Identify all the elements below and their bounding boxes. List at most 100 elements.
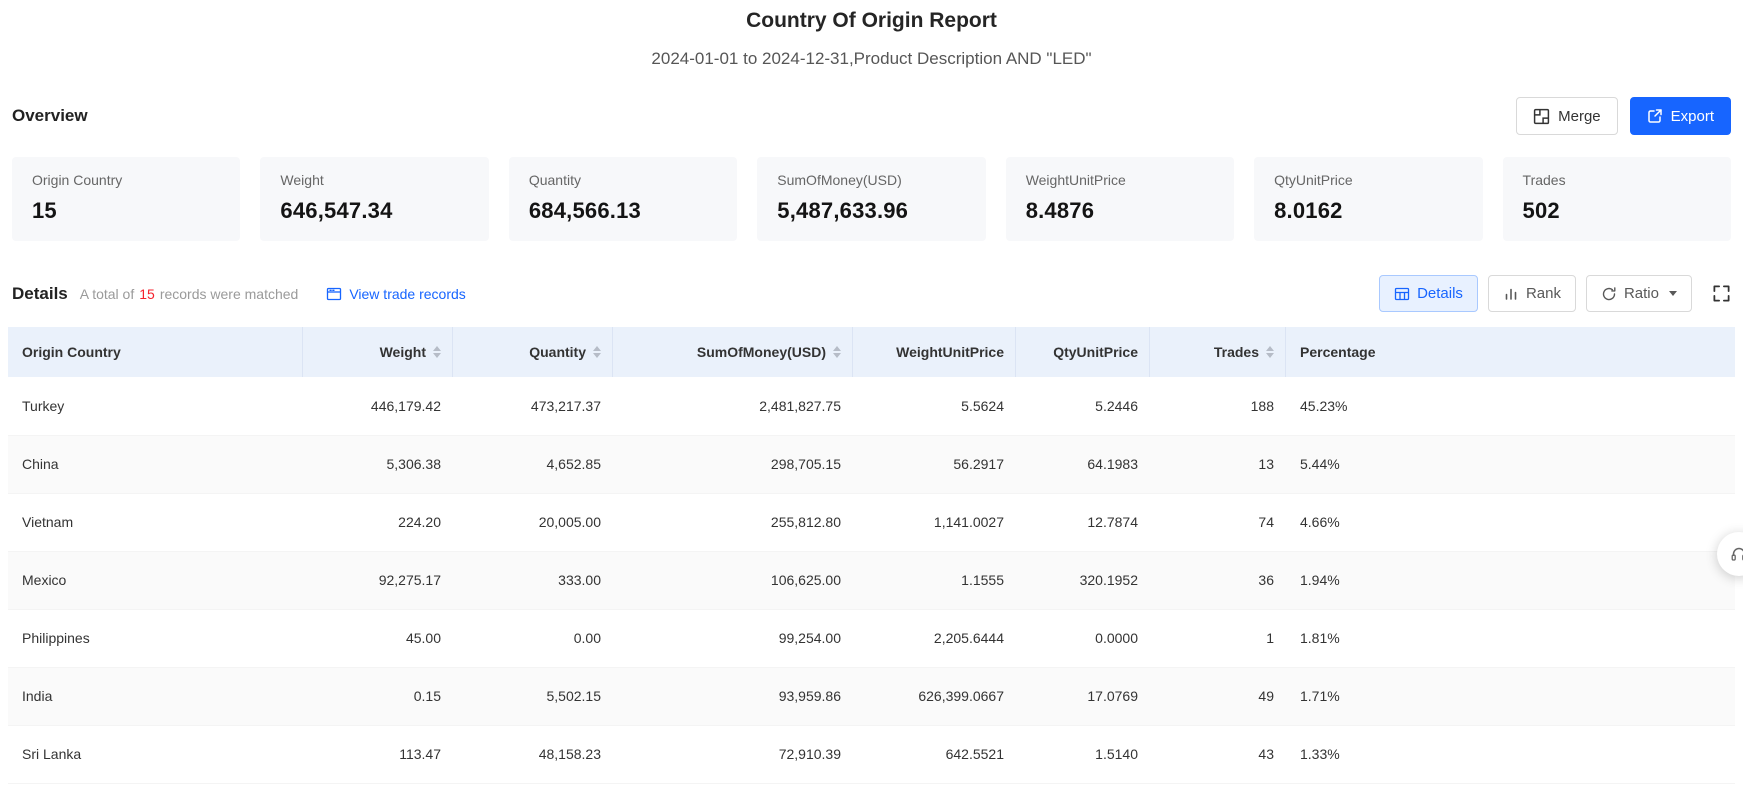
sort-icon[interactable] [433, 346, 441, 358]
cell-sum: 298,705.15 [613, 435, 853, 493]
cell-trades: 36 [1150, 551, 1286, 609]
sort-icon[interactable] [833, 346, 841, 358]
merge-icon [1533, 108, 1550, 125]
table-row: Vietnam 224.20 20,005.00 255,812.80 1,14… [8, 493, 1735, 551]
cell-weight: 113.47 [303, 725, 453, 783]
overview-cards: Origin Country 15 Weight 646,547.34 Quan… [0, 157, 1743, 241]
cell-percentage: 1.94% [1286, 551, 1735, 609]
cell-country: Vietnam [8, 493, 303, 551]
headset-icon [1729, 544, 1743, 564]
sort-icon[interactable] [1266, 346, 1274, 358]
overview-actions: Merge Export [1516, 97, 1731, 135]
col-header-quantity[interactable]: Quantity [453, 327, 613, 377]
cell-weight-unit-price: 642.5521 [853, 725, 1016, 783]
col-header-qty-unit-price: QtyUnitPrice [1016, 327, 1150, 377]
cell-weight: 0.15 [303, 667, 453, 725]
export-button-label: Export [1671, 108, 1714, 125]
cell-sum: 255,812.80 [613, 493, 853, 551]
matched-suffix: records were matched [160, 286, 299, 302]
cell-sum: 93,959.86 [613, 667, 853, 725]
cell-trades: 49 [1150, 667, 1286, 725]
stat-label: QtyUnitPrice [1274, 172, 1462, 188]
export-icon [1647, 108, 1663, 124]
cell-quantity: 5,502.15 [453, 667, 613, 725]
cell-country: China [8, 435, 303, 493]
table-row: Philippines 45.00 0.00 99,254.00 2,205.6… [8, 609, 1735, 667]
details-table: Origin Country Weight Quantity SumOfMone… [8, 327, 1735, 784]
cell-weight-unit-price: 5.5624 [853, 377, 1016, 435]
details-bar: Details A total of 15 records were match… [0, 275, 1743, 312]
stat-card-qty-unit-price: QtyUnitPrice 8.0162 [1254, 157, 1482, 241]
cell-weight-unit-price: 1.1555 [853, 551, 1016, 609]
table-header-row: Origin Country Weight Quantity SumOfMone… [8, 327, 1735, 377]
cell-quantity: 20,005.00 [453, 493, 613, 551]
cell-quantity: 473,217.37 [453, 377, 613, 435]
cell-percentage: 1.33% [1286, 725, 1735, 783]
cell-weight: 92,275.17 [303, 551, 453, 609]
details-view-controls: Details Rank Ratio [1379, 275, 1731, 312]
view-trade-records-label: View trade records [349, 286, 465, 302]
stat-card-quantity: Quantity 684,566.13 [509, 157, 737, 241]
col-header-sum-of-money[interactable]: SumOfMoney(USD) [613, 327, 853, 377]
col-header-weight-unit-price: WeightUnitPrice [853, 327, 1016, 377]
stat-card-sum-of-money: SumOfMoney(USD) 5,487,633.96 [757, 157, 985, 241]
trade-records-icon [326, 286, 342, 302]
sort-icon[interactable] [593, 346, 601, 358]
cell-weight: 446,179.42 [303, 377, 453, 435]
cell-country: Sri Lanka [8, 725, 303, 783]
cell-quantity: 0.00 [453, 609, 613, 667]
stat-value: 502 [1523, 198, 1711, 224]
cell-weight-unit-price: 1,141.0027 [853, 493, 1016, 551]
stat-value: 8.4876 [1026, 198, 1214, 224]
tab-ratio-label: Ratio [1624, 285, 1659, 302]
stat-label: SumOfMoney(USD) [777, 172, 965, 188]
cell-weight: 5,306.38 [303, 435, 453, 493]
stat-card-weight: Weight 646,547.34 [260, 157, 488, 241]
cell-country: Turkey [8, 377, 303, 435]
tab-details[interactable]: Details [1379, 275, 1478, 312]
cell-percentage: 1.81% [1286, 609, 1735, 667]
table-view-icon [1394, 286, 1410, 302]
col-header-weight[interactable]: Weight [303, 327, 453, 377]
stat-card-weight-unit-price: WeightUnitPrice 8.4876 [1006, 157, 1234, 241]
cell-qty-unit-price: 320.1952 [1016, 551, 1150, 609]
cell-qty-unit-price: 1.5140 [1016, 725, 1150, 783]
cell-trades: 188 [1150, 377, 1286, 435]
stat-value: 684,566.13 [529, 198, 717, 224]
matched-count: 15 [139, 286, 155, 302]
cell-trades: 74 [1150, 493, 1286, 551]
matched-prefix: A total of [80, 286, 134, 302]
cell-quantity: 4,652.85 [453, 435, 613, 493]
cell-qty-unit-price: 17.0769 [1016, 667, 1150, 725]
cell-quantity: 333.00 [453, 551, 613, 609]
cell-country: India [8, 667, 303, 725]
stat-value: 646,547.34 [280, 198, 468, 224]
cell-country: Mexico [8, 551, 303, 609]
cell-trades: 43 [1150, 725, 1286, 783]
tab-rank-label: Rank [1526, 285, 1561, 302]
overview-heading: Overview [12, 106, 88, 126]
cell-sum: 99,254.00 [613, 609, 853, 667]
cell-percentage: 45.23% [1286, 377, 1735, 435]
fullscreen-icon[interactable] [1712, 284, 1731, 303]
details-heading: Details [12, 284, 68, 304]
ratio-icon [1601, 286, 1617, 302]
table-row: China 5,306.38 4,652.85 298,705.15 56.29… [8, 435, 1735, 493]
cell-percentage: 1.71% [1286, 667, 1735, 725]
cell-trades: 13 [1150, 435, 1286, 493]
stat-value: 5,487,633.96 [777, 198, 965, 224]
col-header-origin-country: Origin Country [8, 327, 303, 377]
cell-percentage: 4.66% [1286, 493, 1735, 551]
export-button[interactable]: Export [1630, 97, 1731, 135]
col-header-trades[interactable]: Trades [1150, 327, 1286, 377]
cell-weight-unit-price: 626,399.0667 [853, 667, 1016, 725]
chevron-down-icon [1669, 291, 1677, 296]
view-trade-records-link[interactable]: View trade records [326, 286, 465, 302]
tab-rank[interactable]: Rank [1488, 275, 1576, 312]
cell-qty-unit-price: 64.1983 [1016, 435, 1150, 493]
merge-button[interactable]: Merge [1516, 97, 1618, 135]
stat-label: Origin Country [32, 172, 220, 188]
stat-card-origin-country: Origin Country 15 [12, 157, 240, 241]
cell-sum: 106,625.00 [613, 551, 853, 609]
tab-ratio[interactable]: Ratio [1586, 275, 1692, 312]
